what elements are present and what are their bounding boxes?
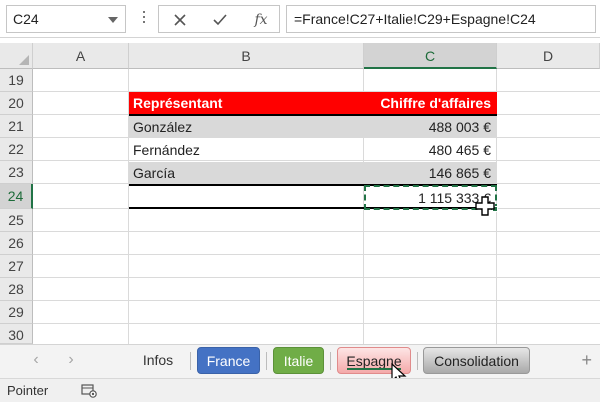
cell-amount[interactable]: 480 465 € [364,139,497,161]
row-header-27[interactable]: 27 [0,255,33,278]
status-bar: Pointer [0,378,600,402]
cell-representant[interactable]: González [129,116,364,138]
cell-representant[interactable]: García [129,162,364,184]
row-header-19[interactable]: 19 [0,69,33,92]
header-cell-chiffre-affaires[interactable]: Chiffre d'affaires [364,92,497,115]
add-sheet-icon[interactable]: + [581,351,592,369]
tab-separator [266,352,267,370]
row-header-25[interactable]: 25 [0,209,33,232]
row-header-23[interactable]: 23 [0,161,33,184]
tab-france[interactable]: France [197,347,260,374]
cancel-icon[interactable] [165,9,195,31]
row-header-29[interactable]: 29 [0,301,33,324]
grip-dots-icon[interactable] [143,11,146,27]
select-all-corner[interactable] [0,43,33,69]
row-header-26[interactable]: 26 [0,232,33,255]
tab-infos[interactable]: Infos [138,347,178,374]
column-header-b[interactable]: B [129,43,364,69]
sheet-tabs-bar: ‹ › Infos France Italie Espagne Consolid… [0,344,600,378]
row-header-21[interactable]: 21 [0,115,33,138]
name-box-value[interactable]: C24 [13,11,39,27]
checkmark-icon[interactable] [205,9,235,31]
tab-separator [330,352,331,370]
formula-bar: C24 fx =France!C27+Italie!C29+Espagne!C2… [0,0,600,38]
row-header-30[interactable]: 30 [0,324,33,344]
column-header-a[interactable]: A [33,43,129,69]
row-header-22[interactable]: 22 [0,138,33,161]
formula-buttons: fx [158,5,280,33]
cell-amount[interactable]: 488 003 € [364,116,497,138]
macro-record-icon[interactable] [81,384,97,398]
chevron-down-icon[interactable] [108,17,118,23]
cell-representant[interactable]: Fernández [129,139,364,161]
insert-function-button[interactable]: fx [246,9,276,31]
column-header-c[interactable]: C [364,43,497,69]
formula-input[interactable]: =France!C27+Italie!C29+Espagne!C24 [286,5,596,33]
row-header-20[interactable]: 20 [0,92,33,115]
row-header-24[interactable]: 24 [0,184,33,209]
move-cursor-icon [475,196,495,216]
scroll-tabs-right-icon[interactable]: › [63,352,79,368]
status-mode: Pointer [7,383,49,398]
row-header-28[interactable]: 28 [0,278,33,301]
tab-separator [417,352,418,370]
tab-separator [190,352,191,370]
column-header-d[interactable]: D [497,43,600,69]
cell-amount[interactable]: 146 865 € [364,162,497,184]
tab-consolidation[interactable]: Consolidation [423,347,530,374]
scroll-tabs-left-icon[interactable]: ‹ [28,352,44,368]
formula-text[interactable]: =France!C27+Italie!C29+Espagne!C24 [294,11,536,27]
header-cell-representant[interactable]: Représentant [129,92,364,115]
name-box[interactable]: C24 [6,5,126,33]
tab-italie[interactable]: Italie [273,347,324,374]
